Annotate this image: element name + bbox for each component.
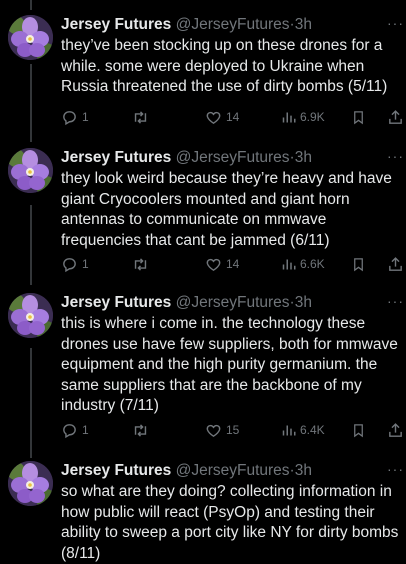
share-button[interactable] — [387, 255, 404, 273]
views-icon — [282, 259, 296, 269]
like-button[interactable]: 15 — [205, 421, 239, 439]
tweet-actions: 1 14 6.6K — [61, 255, 406, 273]
heart-icon — [206, 258, 221, 271]
avatar[interactable] — [8, 293, 53, 338]
tweet[interactable]: Jersey Futures @JerseyFutures·3h ··· the… — [0, 148, 406, 283]
timestamp[interactable]: 3h — [295, 16, 312, 33]
bookmark-icon — [354, 110, 363, 124]
views-count: 6.4K — [300, 423, 325, 437]
tweet-text: they look weird because they’re heavy an… — [61, 170, 392, 249]
tweet-actions: 1 15 6.4K — [61, 421, 406, 439]
bookmark-button[interactable] — [351, 421, 366, 439]
bookmark-button[interactable] — [351, 108, 366, 126]
like-count: 14 — [226, 110, 240, 124]
heart-icon — [206, 424, 221, 437]
retweet-button[interactable] — [131, 255, 154, 273]
reply-count: 1 — [82, 257, 89, 271]
tweet[interactable]: Jersey Futures @JerseyFutures·3h ··· the… — [0, 15, 406, 135]
avatar[interactable] — [8, 461, 53, 506]
timestamp[interactable]: 3h — [295, 462, 312, 479]
avatar-flower-image — [8, 15, 53, 60]
tweet-actions: 1 14 6.9K — [61, 108, 406, 126]
share-icon — [389, 422, 402, 437]
tweet-text: this is where i come in. the technology … — [61, 315, 398, 414]
retweet-icon — [134, 257, 147, 271]
views-button[interactable]: 6.6K — [281, 255, 325, 273]
avatar[interactable] — [8, 148, 53, 193]
reply-button[interactable]: 1 — [61, 421, 89, 439]
retweet-button[interactable] — [131, 421, 154, 439]
reply-icon — [63, 423, 76, 438]
share-button[interactable] — [387, 421, 404, 439]
reply-icon — [63, 110, 76, 125]
more-options-icon[interactable]: ··· — [387, 148, 404, 164]
reply-icon — [63, 257, 76, 272]
avatar-flower-image — [8, 461, 53, 506]
avatar-flower-image — [8, 148, 53, 193]
views-button[interactable]: 6.4K — [281, 421, 325, 439]
tweet-text: they’ve been stocking up on these drones… — [61, 37, 388, 95]
thread-connector — [30, 0, 32, 10]
avatar[interactable] — [8, 15, 53, 60]
bookmark-icon — [354, 423, 363, 437]
retweet-icon — [134, 110, 147, 124]
views-icon — [282, 112, 296, 122]
author-name[interactable]: Jersey Futures — [61, 16, 171, 33]
reply-count: 1 — [82, 423, 89, 437]
retweet-icon — [134, 423, 147, 437]
tweet[interactable]: Jersey Futures @JerseyFutures·3h ··· so … — [0, 461, 406, 562]
tweet-header: Jersey Futures @JerseyFutures·3h — [61, 461, 406, 481]
tweet-text: so what are they doing? collecting infor… — [61, 483, 399, 562]
like-button[interactable]: 14 — [205, 108, 239, 126]
tweet-header: Jersey Futures @JerseyFutures·3h — [61, 148, 406, 168]
views-count: 6.9K — [300, 110, 325, 124]
bookmark-button[interactable] — [351, 255, 366, 273]
retweet-button[interactable] — [131, 108, 154, 126]
like-count: 14 — [226, 257, 240, 271]
more-options-icon[interactable]: ··· — [387, 293, 404, 309]
timestamp[interactable]: 3h — [295, 149, 312, 166]
reply-button[interactable]: 1 — [61, 108, 89, 126]
views-count: 6.6K — [300, 257, 325, 271]
share-icon — [389, 109, 402, 124]
author-name[interactable]: Jersey Futures — [61, 462, 171, 479]
author-name[interactable]: Jersey Futures — [61, 149, 171, 166]
bookmark-icon — [354, 257, 363, 271]
like-button[interactable]: 14 — [205, 255, 239, 273]
more-options-icon[interactable]: ··· — [387, 461, 404, 477]
share-icon — [389, 256, 402, 271]
more-options-icon[interactable]: ··· — [387, 15, 404, 31]
like-count: 15 — [226, 423, 240, 437]
tweet-header: Jersey Futures @JerseyFutures·3h — [61, 15, 406, 35]
author-handle[interactable]: @JerseyFutures — [176, 149, 290, 166]
reply-button[interactable]: 1 — [61, 255, 89, 273]
reply-count: 1 — [82, 110, 89, 124]
avatar-flower-image — [8, 293, 53, 338]
views-icon — [282, 425, 296, 435]
timestamp[interactable]: 3h — [295, 294, 312, 311]
author-handle[interactable]: @JerseyFutures — [176, 462, 290, 479]
author-name[interactable]: Jersey Futures — [61, 294, 171, 311]
tweet[interactable]: Jersey Futures @JerseyFutures·3h ··· thi… — [0, 293, 406, 443]
views-button[interactable]: 6.9K — [281, 108, 325, 126]
author-handle[interactable]: @JerseyFutures — [176, 16, 290, 33]
share-button[interactable] — [387, 108, 404, 126]
heart-icon — [206, 111, 221, 124]
tweet-header: Jersey Futures @JerseyFutures·3h — [61, 293, 406, 313]
author-handle[interactable]: @JerseyFutures — [176, 294, 290, 311]
